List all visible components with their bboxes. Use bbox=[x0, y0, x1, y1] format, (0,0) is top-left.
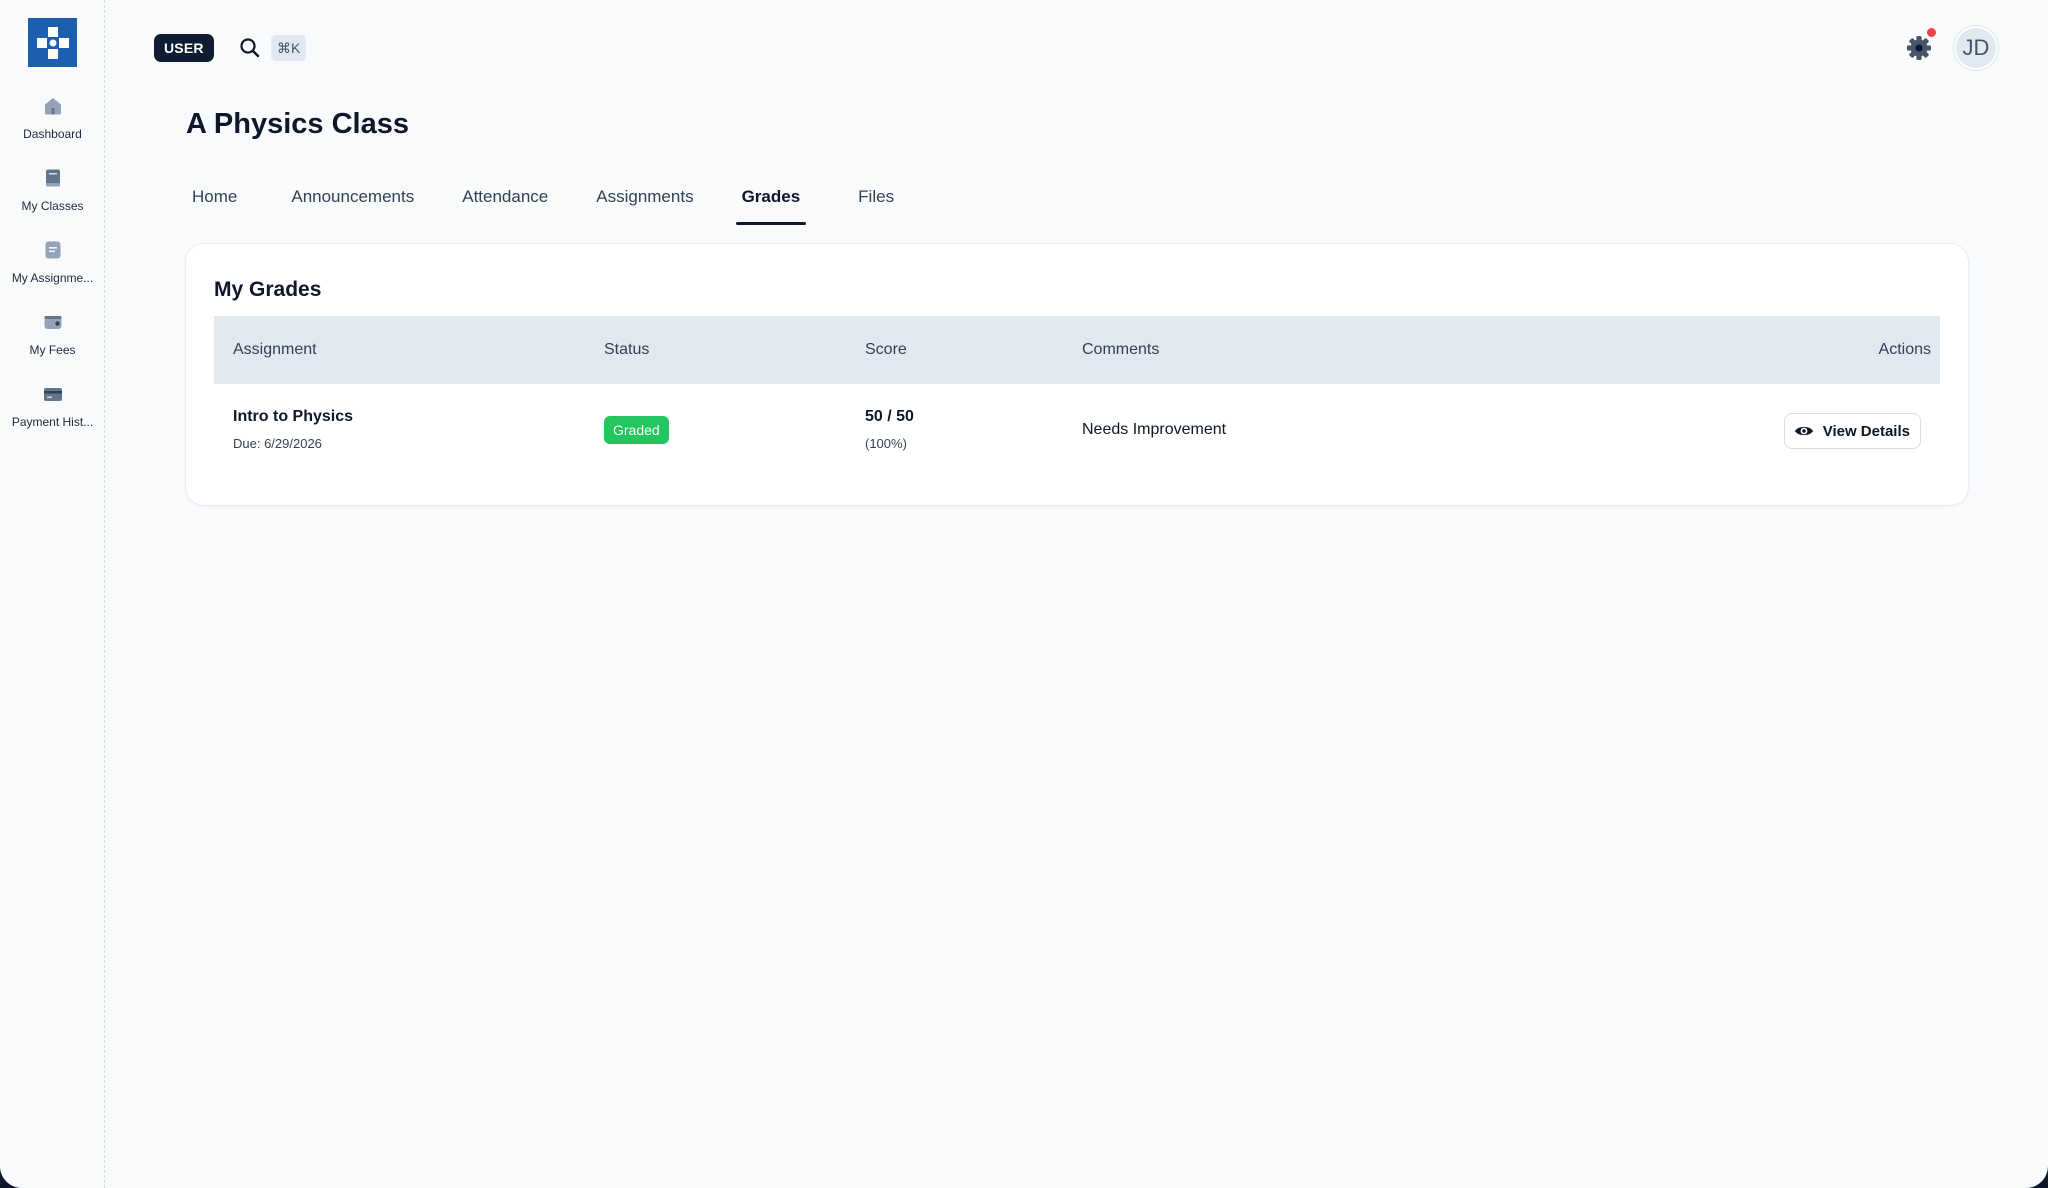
app-logo[interactable] bbox=[28, 18, 77, 67]
tab-home[interactable]: Home bbox=[186, 180, 243, 226]
card-title: My Grades bbox=[214, 278, 322, 301]
sidebar-item-label: My Classes bbox=[21, 199, 84, 213]
assignment-due-date: Due: 6/29/2026 bbox=[233, 436, 322, 451]
view-details-button[interactable]: View Details bbox=[1783, 413, 1921, 449]
gear-icon bbox=[1907, 36, 1931, 60]
sidebar-item-dashboard[interactable]: Dashboard bbox=[0, 95, 105, 141]
sidebar-item-label: My Fees bbox=[29, 343, 76, 357]
page-title: A Physics Class bbox=[186, 108, 409, 140]
logo-icon bbox=[36, 26, 69, 59]
assignment-name: Intro to Physics bbox=[233, 408, 354, 425]
score-percent: (100%) bbox=[865, 436, 907, 451]
tab-files[interactable]: Files bbox=[852, 180, 900, 226]
sidebar-item-my-classes[interactable]: My Classes bbox=[0, 167, 105, 213]
wallet-icon bbox=[44, 316, 61, 329]
tab-assignments[interactable]: Assignments bbox=[590, 180, 699, 226]
sidebar-item-payment-history[interactable]: Payment Hist... bbox=[0, 383, 105, 429]
avatar[interactable]: JD bbox=[1954, 26, 1998, 70]
search-icon bbox=[240, 38, 260, 58]
table-header: Assignment Status Score Comments Actions bbox=[214, 316, 1940, 384]
column-header-score: Score bbox=[865, 341, 907, 358]
column-header-comments: Comments bbox=[1082, 341, 1160, 358]
notification-dot bbox=[1927, 28, 1936, 37]
sidebar-item-label: Dashboard bbox=[23, 127, 82, 141]
status-badge: Graded bbox=[604, 416, 669, 444]
sidebar-item-label: My Assignme... bbox=[11, 271, 94, 285]
sidebar-item-my-fees[interactable]: My Fees bbox=[0, 311, 105, 357]
column-header-status: Status bbox=[604, 341, 650, 358]
sidebar-item-label: Payment Hist... bbox=[11, 415, 94, 429]
column-header-assignment: Assignment bbox=[233, 341, 317, 358]
document-icon bbox=[45, 241, 60, 259]
app-window: Dashboard My Classes My Assignme... My F… bbox=[0, 0, 2048, 1188]
grades-card: My Grades Assignment Status Score Commen… bbox=[186, 244, 1968, 505]
score-value: 50 / 50 bbox=[865, 408, 914, 425]
sidebar: Dashboard My Classes My Assignme... My F… bbox=[0, 0, 105, 1188]
view-details-label: View Details bbox=[1822, 422, 1910, 440]
eye-icon bbox=[1794, 426, 1813, 436]
class-tabs: Home Announcements Attendance Assignment… bbox=[186, 180, 900, 226]
settings-button[interactable] bbox=[1904, 33, 1934, 63]
tab-announcements[interactable]: Announcements bbox=[285, 180, 420, 226]
credit-card-icon bbox=[43, 388, 62, 401]
role-badge: USER bbox=[154, 34, 214, 62]
sidebar-item-my-assignments[interactable]: My Assignme... bbox=[0, 239, 105, 285]
grade-comment: Needs Improvement bbox=[1082, 421, 1227, 438]
search-shortcut-hint: ⌘K bbox=[271, 35, 307, 61]
tab-attendance[interactable]: Attendance bbox=[456, 180, 554, 226]
home-icon bbox=[44, 98, 61, 115]
tab-grades[interactable]: Grades bbox=[735, 180, 807, 226]
search-button[interactable] bbox=[238, 36, 262, 60]
book-icon bbox=[45, 169, 60, 187]
table-row: Intro to Physics Due: 6/29/2026 Graded 5… bbox=[214, 384, 1940, 476]
column-header-actions: Actions bbox=[1878, 341, 1931, 358]
